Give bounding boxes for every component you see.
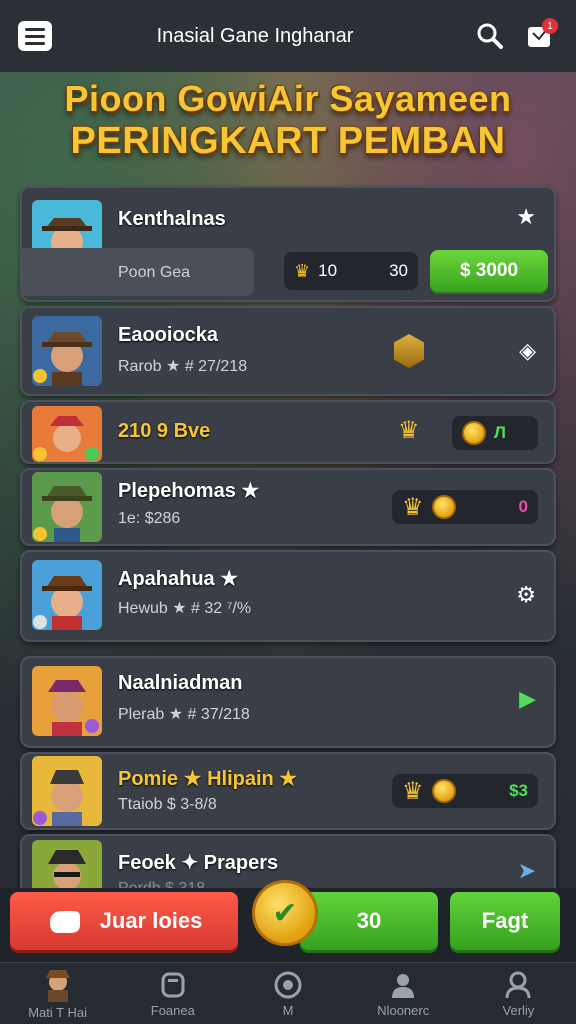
- app-title: Inasial Gane Inghanar: [156, 24, 354, 47]
- reward-button-label: $ 3000: [459, 260, 519, 281]
- player-avatar: [32, 472, 102, 542]
- crown-icon: ♛: [402, 493, 424, 521]
- headline: Pioon GowiAir Sayameen PERINGKART PEMBAN: [0, 80, 576, 162]
- player-card[interactable]: Pomie ★ Hlipain ★ Ttaiob $ 3-8/8 ♛ $3: [20, 752, 556, 830]
- tab-home[interactable]: Mati T Hai: [0, 963, 115, 1024]
- crown-icon: ♛: [398, 417, 420, 444]
- score-pill: ♛ 10 30: [284, 252, 418, 290]
- player-name: Plepehomas ★: [118, 480, 260, 502]
- action-bar: Juar loies 30 ✔ Fagt: [0, 880, 576, 962]
- tab-target-label: M: [282, 1002, 294, 1018]
- tab-nloonerc[interactable]: Nloonerc: [346, 963, 461, 1024]
- player-sub: Ttaiob $ 3-8/8: [118, 796, 217, 813]
- gear-icon[interactable]: ⚙: [516, 582, 536, 608]
- score-pill-a: 10: [318, 261, 338, 280]
- arrow-icon[interactable]: ➤: [518, 858, 536, 884]
- player-card[interactable]: Plepehomas ★ 1e: $286 ♛ 0: [20, 468, 556, 546]
- leaderboard-list: Kenthalnas ★ Poon Gea ♛ 10 30 $ 3000 Eao…: [20, 186, 556, 908]
- player-name: Eaooiocka: [118, 324, 219, 346]
- crown-icon: ♛: [402, 777, 424, 805]
- score-pill: ♛ $3: [392, 774, 538, 808]
- notification-badge: 1: [542, 18, 558, 34]
- tab-verliy-label: Verliy: [502, 1002, 535, 1018]
- headline-line-2: PERINGKART PEMBAN: [70, 119, 506, 162]
- character-icon: [45, 969, 70, 1002]
- score-value: 0: [518, 497, 528, 516]
- search-icon[interactable]: [472, 18, 508, 54]
- player-card[interactable]: Eaooiocka Rarob ★ # 27/218 ◈: [20, 306, 556, 396]
- tab-foanea[interactable]: Foanea: [115, 963, 230, 1024]
- score-pill: Л: [452, 416, 538, 450]
- player-card[interactable]: Kenthalnas ★ Poon Gea ♛ 10 30 $ 3000: [20, 186, 556, 302]
- player-name: Naalniadman: [118, 672, 243, 694]
- profile-icon: [505, 971, 531, 998]
- shield-icon: [161, 972, 185, 997]
- hand-icon: [49, 911, 80, 933]
- coin-icon: [431, 495, 456, 519]
- player-sub: 1e: $286: [118, 510, 181, 527]
- player-name: Kenthalnas: [118, 208, 226, 230]
- tab-nloonerc-label: Nloonerc: [377, 1002, 430, 1018]
- score-button-label: 30: [356, 908, 382, 933]
- player-name: Feoek ✦ Prapers: [118, 852, 279, 874]
- target-icon: [274, 971, 302, 998]
- headline-line-1: Pioon GowiAir Sayameen: [64, 78, 512, 119]
- gem-icon: [394, 334, 424, 368]
- leaf-badge-icon[interactable]: ✔: [252, 880, 318, 946]
- bottom-tab-bar: Mati T Hai Foanea M Nloonerc Verliy: [0, 962, 576, 1024]
- player-sub: Hewub ★ # 32 ⁷/%: [118, 600, 252, 617]
- tab-home-label: Mati T Hai: [28, 1004, 87, 1020]
- player-sub: Poon Gea: [118, 264, 191, 281]
- score-button[interactable]: 30: [300, 892, 438, 950]
- player-avatar: [32, 406, 102, 462]
- tab-target[interactable]: M: [230, 963, 345, 1024]
- score-pill-b: 30: [389, 261, 408, 280]
- player-avatar: [32, 316, 102, 386]
- score-pill: ♛ 0: [392, 490, 538, 524]
- player-card[interactable]: Apahahua ★ Hewub ★ # 32 ⁷/% ⚙: [20, 550, 556, 642]
- player-name: Pomie ★ Hlipain ★: [118, 768, 298, 790]
- fight-button-label: Fagt: [481, 908, 529, 933]
- menu-icon[interactable]: [18, 21, 52, 51]
- player-sub: Plerab ★ # 37/218: [118, 706, 250, 723]
- user-icon: [392, 973, 415, 998]
- player-name: 210 9 Bve: [118, 420, 211, 442]
- star-icon[interactable]: ★: [516, 204, 536, 230]
- fight-button[interactable]: Fagt: [450, 892, 560, 950]
- join-button-label: Juar loies: [99, 908, 203, 933]
- crown-icon: ♛: [294, 260, 311, 281]
- player-card[interactable]: Naalniadman Plerab ★ # 37/218 ▶: [20, 656, 556, 748]
- player-avatar: [32, 666, 102, 736]
- notification-icon[interactable]: 1: [522, 18, 558, 54]
- player-sub: Rarob ★ # 27/218: [118, 358, 248, 375]
- arrow-icon[interactable]: ◈: [519, 338, 536, 364]
- player-avatar: [32, 560, 102, 630]
- join-button[interactable]: Juar loies: [10, 892, 238, 950]
- reward-button[interactable]: $ 3000: [430, 250, 548, 292]
- top-bar: Inasial Gane Inghanar 1: [0, 0, 576, 72]
- tab-foanea-label: Foanea: [150, 1002, 195, 1018]
- score-value: Л: [494, 423, 506, 442]
- coin-icon: [462, 421, 486, 445]
- player-name: Apahahua ★: [118, 568, 239, 590]
- player-card[interactable]: 210 9 Bve ♛ Л: [20, 400, 556, 464]
- play-arrow-icon[interactable]: ▶: [519, 686, 536, 712]
- player-avatar: [32, 756, 102, 826]
- score-value: $3: [509, 781, 528, 800]
- coin-icon: [431, 779, 456, 803]
- tab-verliy[interactable]: Verliy: [461, 963, 576, 1024]
